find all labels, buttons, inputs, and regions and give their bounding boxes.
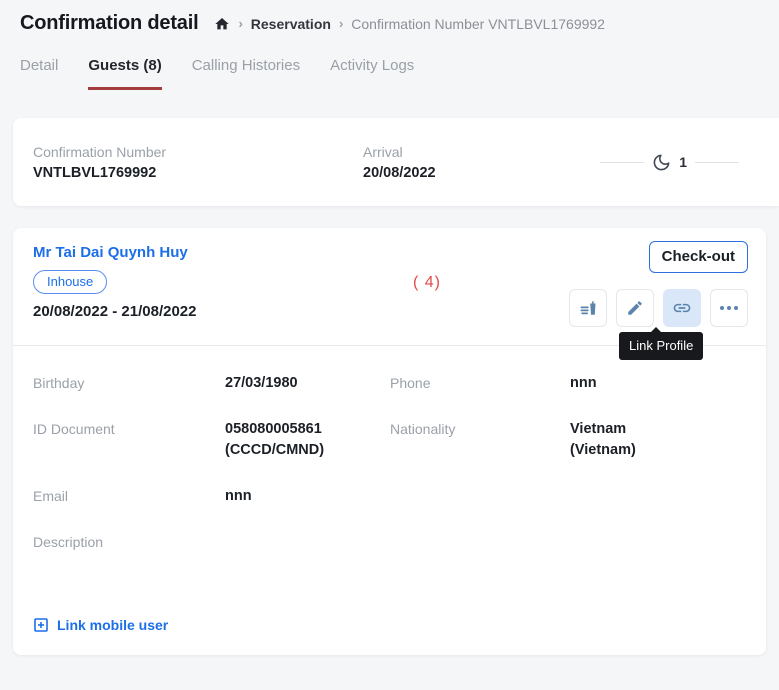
field-value: 27/03/1980 bbox=[225, 373, 390, 394]
link-chain-icon bbox=[672, 298, 692, 318]
nights-indicator: 1 bbox=[600, 153, 739, 172]
nights-count: 1 bbox=[679, 154, 687, 170]
field-label: Description bbox=[33, 532, 225, 553]
tab-bar: Detail Guests (8) Calling Histories Acti… bbox=[0, 35, 779, 90]
field-value-line: Vietnam bbox=[570, 419, 746, 440]
tab-activity-logs[interactable]: Activity Logs bbox=[330, 57, 414, 90]
field-value: Vietnam (Vietnam) bbox=[570, 419, 746, 461]
tab-detail[interactable]: Detail bbox=[20, 57, 58, 90]
ellipsis-icon bbox=[720, 306, 738, 310]
field-value: VNTLBVL1769992 bbox=[33, 165, 363, 181]
field-label: Confirmation Number bbox=[33, 144, 363, 160]
arrival-field: Arrival 20/08/2022 bbox=[363, 144, 600, 181]
field-label: Nationality bbox=[390, 419, 570, 440]
field-label: ID Document bbox=[33, 419, 225, 440]
confirmation-number-field: Confirmation Number VNTLBVL1769992 bbox=[33, 144, 363, 181]
field-label: Birthday bbox=[33, 373, 225, 394]
divider bbox=[695, 162, 739, 163]
field-label: Email bbox=[33, 486, 225, 507]
field-value: 058080005861 (CCCD/CMND) bbox=[225, 419, 390, 461]
link-mobile-user-label: Link mobile user bbox=[57, 617, 168, 633]
food-drink-button[interactable] bbox=[569, 289, 607, 327]
annotation-marker: ( 4) bbox=[413, 274, 441, 292]
field-value-line: (CCCD/CMND) bbox=[225, 440, 390, 461]
pencil-icon bbox=[626, 299, 644, 317]
field-label: Arrival bbox=[363, 144, 600, 160]
link-profile-button[interactable] bbox=[663, 289, 701, 327]
breadcrumb: › Reservation › Confirmation Number VNTL… bbox=[214, 16, 605, 32]
link-mobile-user-button[interactable]: Link mobile user bbox=[13, 617, 188, 655]
page-title: Confirmation detail bbox=[20, 12, 198, 35]
chevron-right-icon: › bbox=[339, 16, 343, 31]
action-icon-row: Link Profile bbox=[569, 289, 748, 327]
reservation-summary-card: Confirmation Number VNTLBVL1769992 Arriv… bbox=[13, 118, 779, 206]
field-label: Phone bbox=[390, 373, 570, 394]
link-profile-tooltip: Link Profile bbox=[619, 332, 703, 360]
more-actions-button[interactable] bbox=[710, 289, 748, 327]
divider bbox=[600, 162, 644, 163]
tab-calling-histories[interactable]: Calling Histories bbox=[192, 57, 300, 90]
field-value-line: 058080005861 bbox=[225, 419, 390, 440]
guest-actions: Check-out bbox=[569, 241, 748, 327]
tab-guests[interactable]: Guests (8) bbox=[88, 57, 161, 90]
field-value: nnn bbox=[225, 486, 390, 507]
breadcrumb-reservation[interactable]: Reservation bbox=[251, 16, 331, 32]
field-value-line: (Vietnam) bbox=[570, 440, 746, 461]
breadcrumb-confirmation: Confirmation Number VNTLBVL1769992 bbox=[351, 16, 605, 32]
check-out-button[interactable]: Check-out bbox=[649, 241, 748, 273]
edit-guest-button[interactable] bbox=[616, 289, 654, 327]
plus-square-icon bbox=[33, 617, 49, 633]
field-value: nnn bbox=[570, 373, 746, 394]
page-header: Confirmation detail › Reservation › Conf… bbox=[0, 0, 779, 35]
home-icon[interactable] bbox=[214, 16, 230, 32]
food-drink-icon bbox=[579, 299, 597, 317]
guest-details-grid: Birthday 27/03/1980 Phone nnn ID Documen… bbox=[13, 346, 766, 553]
guest-card: Mr Tai Dai Quynh Huy Inhouse 20/08/2022 … bbox=[13, 228, 766, 655]
chevron-right-icon: › bbox=[238, 16, 242, 31]
field-value: 20/08/2022 bbox=[363, 165, 600, 181]
guest-card-header: Mr Tai Dai Quynh Huy Inhouse 20/08/2022 … bbox=[13, 228, 766, 345]
moon-icon bbox=[652, 153, 671, 172]
status-badge: Inhouse bbox=[33, 270, 107, 294]
